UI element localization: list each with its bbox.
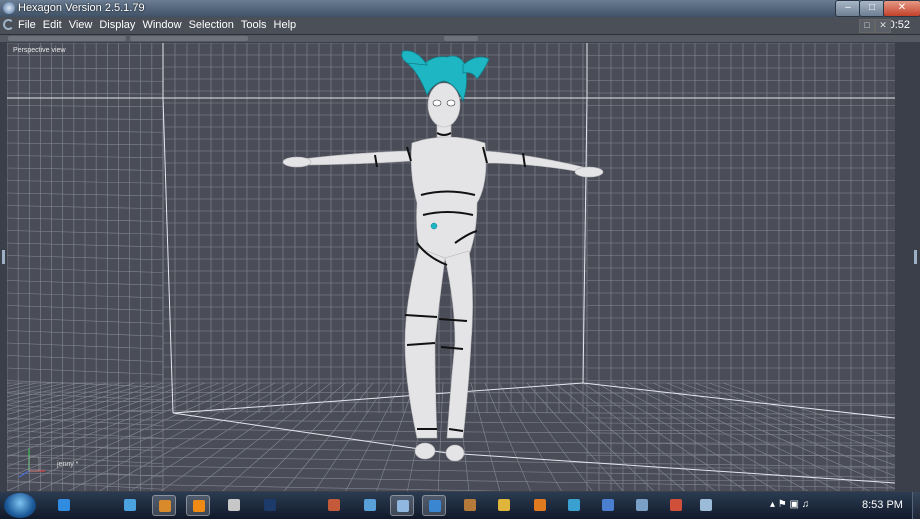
- play-app-icon[interactable]: [596, 495, 620, 516]
- paint-app-icon[interactable]: [664, 495, 688, 516]
- start-button[interactable]: [4, 493, 36, 518]
- refresh-app-icon[interactable]: [562, 495, 586, 516]
- avatar-app-icon[interactable]: [322, 495, 346, 516]
- hexagon-logo-icon: [3, 19, 14, 30]
- menu-list: File Edit View Display Window Selection Tools H…: [18, 19, 296, 31]
- media-player-icon[interactable]: [152, 495, 176, 516]
- menu-view[interactable]: View: [69, 19, 93, 31]
- media-center-icon[interactable]: [118, 495, 142, 516]
- taskbar-clock: 8:53 PM: [862, 499, 903, 511]
- window-app-icon[interactable]: [694, 495, 718, 516]
- left-panel-handle[interactable]: [2, 250, 5, 264]
- window-title: Hexagon Version 2.5.1.79: [18, 2, 145, 14]
- toolbar-tab[interactable]: [8, 36, 126, 41]
- photoshop-icon[interactable]: [258, 495, 282, 516]
- toolbar-handle[interactable]: [444, 36, 478, 41]
- dvd-icon[interactable]: [222, 495, 246, 516]
- taskbar: ▴ ⚑ ▣ ♫ 8:53 PM: [0, 492, 920, 519]
- gimp-icon[interactable]: [458, 495, 482, 516]
- toolbar-tab[interactable]: [130, 36, 248, 41]
- perspective-viewport[interactable]: Perspective view jenny *: [7, 43, 895, 491]
- chrome-icon[interactable]: [492, 495, 516, 516]
- toolbar-strip: [0, 35, 920, 42]
- minimize-button[interactable]: –: [835, 0, 861, 17]
- system-tray[interactable]: ▴ ⚑ ▣ ♫: [770, 499, 809, 510]
- close-viewport-button[interactable]: ✕: [875, 19, 891, 33]
- right-panel-handle[interactable]: [914, 250, 917, 264]
- menu-file[interactable]: File: [18, 19, 36, 31]
- menu-tools[interactable]: Tools: [241, 19, 267, 31]
- blender-icon[interactable]: [528, 495, 552, 516]
- app-icon[interactable]: [358, 495, 382, 516]
- object-name-label: jenny *: [57, 461, 79, 468]
- settings-app-icon[interactable]: [630, 495, 654, 516]
- vlc-icon[interactable]: [186, 495, 210, 516]
- menu-bar: File Edit View Display Window Selection Tools H…: [0, 17, 920, 35]
- menu-display[interactable]: Display: [99, 19, 135, 31]
- menu-edit[interactable]: Edit: [43, 19, 62, 31]
- viewport-label: Perspective view: [13, 47, 66, 54]
- close-button[interactable]: ✕: [883, 0, 920, 17]
- ie-icon[interactable]: [52, 495, 76, 516]
- hexagon-icon[interactable]: [422, 495, 446, 516]
- document-icon[interactable]: [390, 495, 414, 516]
- menu-selection[interactable]: Selection: [189, 19, 234, 31]
- title-bar: Hexagon Version 2.5.1.79 – □ ✕: [0, 0, 920, 17]
- menu-help[interactable]: Help: [274, 19, 297, 31]
- restore-viewport-button[interactable]: □: [859, 19, 875, 33]
- maximize-button[interactable]: □: [859, 0, 885, 17]
- hexagon-app-icon: [3, 2, 15, 14]
- show-desktop-button[interactable]: [912, 492, 920, 519]
- scene-canvas[interactable]: [7, 43, 895, 491]
- menu-window[interactable]: Window: [142, 19, 181, 31]
